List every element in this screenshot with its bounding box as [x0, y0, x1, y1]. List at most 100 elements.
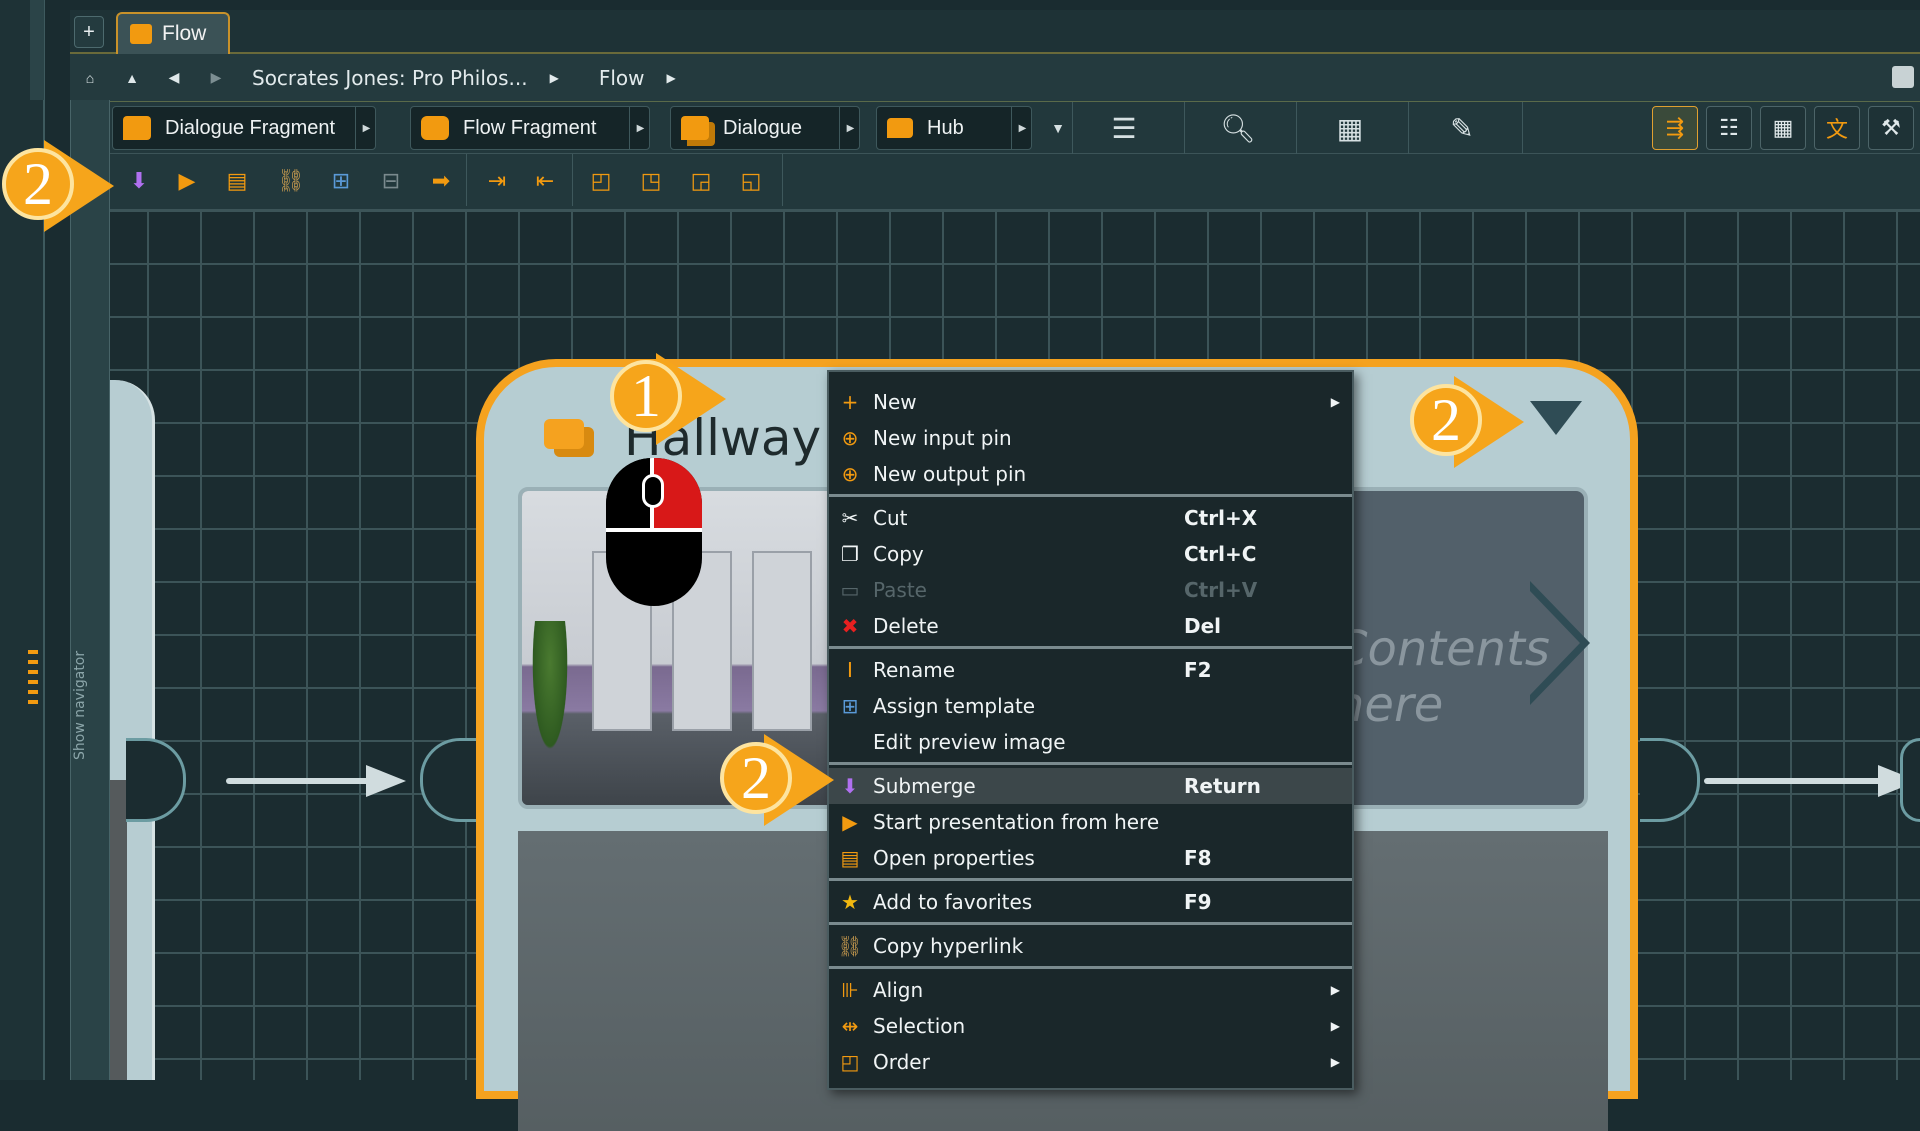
- breadcrumb-chevron-icon[interactable]: ▶: [550, 71, 559, 85]
- breadcrumb-chevron-icon[interactable]: ▶: [667, 71, 676, 85]
- connection-line[interactable]: [226, 778, 376, 784]
- flow-fragment-label: Flow Fragment: [463, 116, 597, 139]
- breadcrumb-project[interactable]: Socrates Jones: Pro Philos...: [252, 66, 528, 90]
- show-navigator-label[interactable]: Show navigator: [72, 651, 88, 760]
- menu-item-copy-hyperlink[interactable]: ⛓ Copy hyperlink: [829, 928, 1352, 964]
- dialogue-fragment-label: Dialogue Fragment: [165, 116, 336, 139]
- chevron-right-icon[interactable]: ▶: [839, 107, 861, 149]
- hyperlink-icon[interactable]: ⛓: [274, 164, 308, 198]
- bring-forward-icon[interactable]: ◳: [634, 164, 668, 198]
- align-horizontal-icon[interactable]: ⇥: [480, 164, 514, 198]
- dialogue-button[interactable]: Dialogue ▶: [670, 106, 860, 150]
- menu-item-open-properties[interactable]: ▤ Open properties F8: [829, 840, 1352, 876]
- list-detail-icon[interactable]: ☷: [1706, 106, 1752, 150]
- scissors-icon: ✂: [841, 506, 859, 530]
- input-pin[interactable]: [1900, 738, 1920, 822]
- submenu-arrow-icon: ▶: [1330, 983, 1340, 997]
- bring-to-front-icon[interactable]: ◰: [584, 164, 618, 198]
- dialogue-icon: [681, 116, 709, 140]
- menu-item-assign-template[interactable]: ⊞ Assign template: [829, 688, 1352, 724]
- forward-arrow-icon[interactable]: ▶: [202, 63, 230, 93]
- object-toolbar: Dialogue Fragment ▶ Flow Fragment ▶ Dial…: [110, 102, 1920, 154]
- untemplate-icon[interactable]: ⊟: [374, 164, 408, 198]
- context-menu: + New ▶ ⊕ New input pin ⊕ New output pin ✂ Cu…: [827, 370, 1354, 1090]
- rename-icon: Ⅰ: [847, 658, 853, 682]
- flow-fragment-button[interactable]: Flow Fragment ▶: [410, 106, 650, 150]
- chevron-right-icon[interactable]: ▶: [629, 107, 651, 149]
- list-view-icon[interactable]: ☰: [1104, 108, 1144, 148]
- menu-item-submerge[interactable]: ⬇ Submerge Return: [829, 768, 1352, 804]
- step-badge-2: 2: [720, 742, 792, 814]
- breadcrumb-flow[interactable]: Flow: [599, 66, 645, 90]
- menu-item-new[interactable]: + New ▶: [829, 384, 1352, 420]
- menu-item-paste[interactable]: ▭ Paste Ctrl+V: [829, 572, 1352, 608]
- plus-icon: +: [841, 390, 859, 414]
- properties-icon[interactable]: ▤: [220, 164, 254, 198]
- hyperlink-icon: ⛓: [837, 934, 863, 958]
- edit-icon[interactable]: ✎: [1442, 108, 1482, 148]
- submenu-arrow-icon: ▶: [1330, 395, 1340, 409]
- jump-icon[interactable]: ➡: [424, 164, 458, 198]
- submenu-arrow-icon: ▶: [1330, 1055, 1340, 1069]
- align-vertical-icon[interactable]: ⇤: [528, 164, 562, 198]
- flow-folder-icon: [130, 24, 152, 44]
- dialogue-fragment-icon: [123, 116, 151, 140]
- align-icon: ⊪: [841, 978, 859, 1002]
- content-panel[interactable]: Contents here: [1334, 487, 1590, 809]
- tab-flow-label: Flow: [162, 22, 207, 45]
- template-icon[interactable]: ⊞: [324, 164, 358, 198]
- menu-item-rename[interactable]: Ⅰ Rename F2: [829, 652, 1352, 688]
- step-badge-2: 2: [1410, 384, 1482, 456]
- submerge-icon[interactable]: ⬇: [122, 164, 156, 198]
- dialogue-fragment-button[interactable]: Dialogue Fragment ▶: [112, 106, 376, 150]
- order-icon: ◰: [840, 1050, 860, 1074]
- step-badge-1: 1: [610, 360, 682, 432]
- left-mini-icons: [28, 650, 38, 710]
- chevron-right-icon[interactable]: ▶: [355, 107, 377, 149]
- home-icon[interactable]: ⌂: [76, 63, 104, 93]
- menu-item-new-input-pin[interactable]: ⊕ New input pin: [829, 420, 1352, 456]
- hub-label: Hub: [927, 116, 964, 139]
- tile-view-icon[interactable]: ▦: [1760, 106, 1806, 150]
- menu-item-add-to-favorites[interactable]: ★ Add to favorites F9: [829, 884, 1352, 920]
- connection-line[interactable]: [1704, 778, 1884, 784]
- collapse-triangle-icon[interactable]: [1530, 401, 1582, 435]
- menu-item-delete[interactable]: ✖ Delete Del: [829, 608, 1352, 644]
- navigator-strip[interactable]: [70, 100, 110, 1080]
- delete-icon: ✖: [841, 614, 859, 638]
- hub-button[interactable]: Hub ▶: [876, 106, 1032, 150]
- menu-item-align[interactable]: ⊪ Align ▶: [829, 972, 1352, 1008]
- content-hint: Contents here: [1334, 621, 1550, 733]
- menu-item-selection[interactable]: ⇹ Selection ▶: [829, 1008, 1352, 1044]
- copy-icon: ❐: [841, 542, 859, 566]
- flow-view-icon[interactable]: ⇶: [1652, 106, 1698, 150]
- flow-fragment-icon: [421, 116, 449, 140]
- submerge-icon: ⬇: [841, 774, 859, 798]
- menu-item-start-presentation[interactable]: ▶ Start presentation from here: [829, 804, 1352, 840]
- dialogue-label: Dialogue: [723, 116, 802, 139]
- send-backward-icon[interactable]: ◲: [684, 164, 718, 198]
- step-badge-2: 2: [2, 148, 74, 220]
- grid-select-icon[interactable]: ▦: [1330, 108, 1370, 148]
- menu-item-order[interactable]: ◰ Order ▶: [829, 1044, 1352, 1080]
- chevron-right-icon[interactable]: ▶: [1011, 107, 1033, 149]
- menu-item-new-output-pin[interactable]: ⊕ New output pin: [829, 456, 1352, 492]
- add-tab-button[interactable]: +: [74, 16, 104, 48]
- presentation-icon[interactable]: ▶: [170, 164, 204, 198]
- previous-node-text-area: [110, 780, 127, 1080]
- zoom-icon[interactable]: 🔍︎: [1218, 108, 1258, 148]
- breadcrumb: ⌂ ▲ ◀ ▶ Socrates Jones: Pro Philos... ▶ …: [70, 54, 1920, 102]
- rss-icon[interactable]: [1892, 66, 1914, 88]
- menu-item-copy[interactable]: ❐ Copy Ctrl+C: [829, 536, 1352, 572]
- star-icon: ★: [841, 890, 859, 914]
- language-icon[interactable]: 文: [1814, 106, 1860, 150]
- menu-item-edit-preview-image[interactable]: Edit preview image: [829, 724, 1352, 760]
- tab-bar: + Flow: [70, 10, 1920, 54]
- back-arrow-icon[interactable]: ◀: [160, 63, 188, 93]
- menu-item-cut[interactable]: ✂ Cut Ctrl+X: [829, 500, 1352, 536]
- template-icon: ⊞: [841, 694, 859, 718]
- send-to-back-icon[interactable]: ◱: [734, 164, 768, 198]
- tab-flow[interactable]: Flow: [116, 12, 230, 54]
- tools-icon[interactable]: ⚒: [1868, 106, 1914, 150]
- up-arrow-icon[interactable]: ▲: [118, 63, 146, 93]
